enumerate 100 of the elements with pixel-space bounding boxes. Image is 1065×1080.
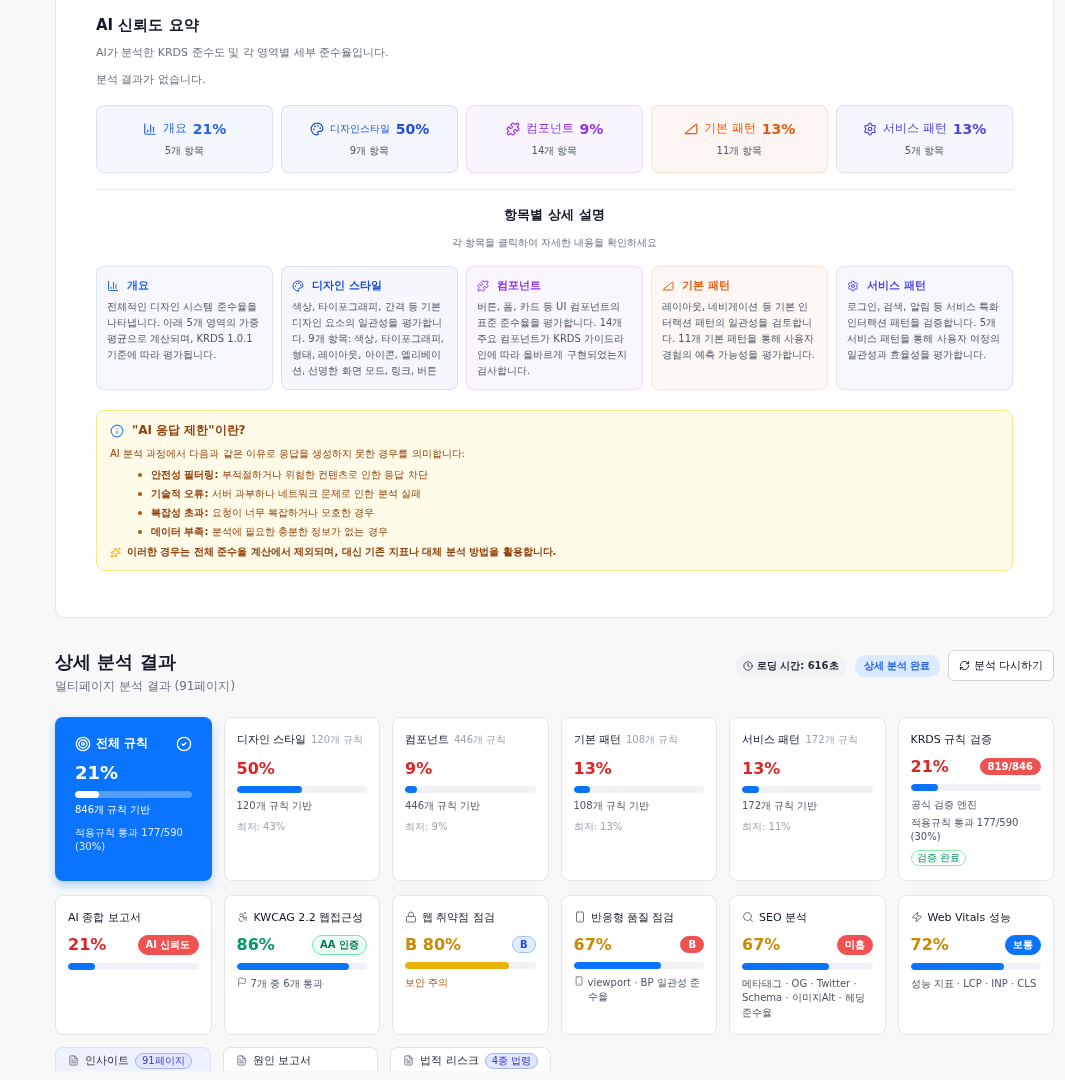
card-note: 최저: 43% — [236, 819, 287, 834]
section-title: 상세 분석 결과 — [55, 650, 177, 674]
percent-value: 67% — [742, 935, 781, 954]
card-note: 공식 검증 엔진 — [910, 798, 978, 812]
percent-value: B 80% — [405, 934, 462, 954]
report-card[interactable]: 원인 보고서 — [222, 1047, 379, 1071]
reason-item: 안전성 필터링: 부적절하거나 위험한 컨텐츠로 인한 응답 차단 — [151, 468, 428, 482]
card-title: 법적 리스크 — [420, 1053, 479, 1068]
card-description: 색상, 타이포그래피, 간격 등 기본 디자인 요소의 일관성을 평가합니다. 9개 항목: 색상, 타이포그래피, 형태, 레이아웃, 아이콘, 엘리베이션, 선명한 화면 모드, 링크, 버튼 — [292, 300, 445, 378]
card-title: Web Vitals 성능 — [927, 909, 1011, 925]
percent-value: 9% — [405, 759, 433, 778]
metric-card[interactable]: 반응형 품질 점검 67% B viewport · BP 일관성 준수율 — [560, 894, 717, 1035]
puzzle-icon — [505, 121, 520, 136]
description-card[interactable]: 서비스 패턴 로그인, 검색, 알림 등 서비스 특화 인터랙션 패턴을 검증합니다. 5개 서비스 패턴을 통해 사용자 여정의 일관성과 효율성을 평가합니다. — [836, 266, 1013, 390]
card-note: 성능 지표 · LCP · INP · CLS — [910, 976, 1038, 991]
percent-value: 21% — [910, 757, 949, 776]
section-subtitle: AI가 분석한 KRDS 준수도 및 각 영역별 세부 준수율입니다. — [96, 45, 390, 60]
area-percent: 21% — [192, 120, 227, 137]
percent-value: 50% — [236, 759, 275, 778]
description-card[interactable]: 개요 전체적인 디자인 시스템 준수율을 나타냅니다. 아래 5개 영역의 가중 평균으로 계산되며, KRDS 1.0.1 기준에 따라 평가됩니다. — [96, 266, 273, 390]
status-badge: B — [511, 935, 536, 953]
page-count-badge: 91페이지 — [135, 1052, 192, 1069]
area-label: 개요 — [162, 120, 187, 137]
document-icon — [403, 1055, 415, 1066]
card-description: 로그인, 검색, 알림 등 서비스 특화 인터랙션 패턴을 검증합니다. 5개 서비스 패턴을 통해 사용자 여정의 일관성과 효율성을 평가합니다. — [847, 300, 1001, 362]
percent-value: 13% — [742, 759, 781, 778]
flag-icon — [236, 976, 247, 987]
card-title: KRDS 규칙 검증 — [910, 732, 992, 747]
description-card[interactable]: 컴포넌트 버튼, 폼, 카드 등 UI 컴포넌트의 표준 준수율을 평가합니다. 14개 주요 컴포넌트가 KRDS 가이드라인에 따라 올바르게 구현되었는지 검사합니다. — [466, 266, 643, 390]
rule-count: 446개 규칙 — [454, 732, 507, 747]
card-title: 컴포넌트 — [405, 732, 449, 747]
gear-icon — [862, 121, 877, 136]
notice-title: "AI 응답 제한"이란? — [132, 422, 246, 439]
lightning-icon — [910, 911, 923, 923]
metric-card[interactable]: SEO 분석 67% 미흡 메타태그 · OG · Twitter · Schema · 이미지Alt · 헤딩 준수율 — [729, 894, 886, 1035]
card-description: 레이아웃, 네비게이션 등 기본 인터랙션 패턴의 일관성을 검토합니다. 11개 기본 패턴을 통해 사용자 경험의 예측 가능성을 평가합니다. — [662, 300, 816, 362]
lock-icon — [405, 911, 417, 923]
item-count: 5개 항목 — [904, 144, 945, 158]
area-score-card[interactable]: 디자인스타일 50% 9개 항목 — [281, 105, 458, 173]
card-title: 기본 패턴 — [573, 732, 621, 747]
metric-card[interactable]: KWCAG 2.2 웹접근성 86% AA 인증 7개 중 6개 통과 — [223, 894, 380, 1035]
reason-item: 복잡성 초과: 요청이 너무 복잡하거나 모호한 경우 — [151, 506, 375, 520]
puzzle-icon — [477, 279, 489, 292]
card-note: 846개 규칙 기반 — [75, 803, 152, 817]
card-title: 웹 취약점 점검 — [422, 909, 495, 925]
metric-card[interactable]: 기본 패턴 108개 규칙 13% 108개 규칙 기반 최저: 13% — [560, 717, 717, 881]
status-badge: 미흡 — [836, 934, 873, 955]
bullet-icon — [138, 510, 142, 515]
info-icon — [110, 423, 124, 438]
triangle-ruler-icon — [662, 279, 674, 292]
description-card[interactable]: 디자인 스타일 색상, 타이포그래피, 간격 등 기본 디자인 요소의 일관성을 평가합니다. 9개 항목: 색상, 타이포그래피, 형태, 레이아웃, 아이콘, 엘리베이션, 선명한 화면 모드, 링크, 버튼 — [281, 266, 458, 390]
card-title: 인사이트 — [85, 1053, 129, 1068]
phone-icon — [573, 911, 586, 923]
notice-footer: 이러한 경우는 전체 준수율 계산에서 제외되며, 대신 기존 지표나 대체 분석 방법을 활용합니다. — [127, 545, 557, 559]
area-label: 서비스 패턴 — [882, 120, 947, 137]
area-score-card[interactable]: 컴포넌트 9% 14개 항목 — [466, 105, 643, 173]
rerun-button[interactable]: 분석 다시하기 — [947, 650, 1054, 681]
percent-value: 13% — [573, 759, 612, 778]
metric-card[interactable]: 디자인 스타일 120개 규칙 50% 120개 규칙 기반 최저: 43% — [223, 717, 380, 881]
metric-card[interactable]: KRDS 규칙 검증 21% 819/846 공식 검증 엔진 적용규칙 통과 177/590 (30%) 검증 완료 — [897, 717, 1054, 881]
palette-icon — [292, 279, 304, 292]
metric-card[interactable]: 서비스 패턴 172개 규칙 13% 172개 규칙 기반 최저: 11% — [729, 717, 886, 881]
status-badge: AA 인증 — [312, 934, 367, 955]
card-note: 7개 중 6개 통과 — [250, 976, 323, 991]
description-card[interactable]: 기본 패턴 레이아웃, 네비게이션 등 기본 인터랙션 패턴의 일관성을 검토합니다. 11개 기본 패턴을 통해 사용자 경험의 예측 가능성을 평가합니다. — [651, 266, 828, 390]
document-icon — [235, 1055, 247, 1066]
area-score-card[interactable]: 서비스 패턴 13% 5개 항목 — [836, 105, 1013, 173]
clock-icon — [742, 660, 753, 671]
card-title: 반응형 품질 점검 — [590, 909, 675, 925]
metric-card[interactable]: 웹 취약점 점검 B 80% B 보안 주의 — [392, 894, 549, 1035]
card-title: 컴포넌트 — [497, 278, 541, 293]
card-note: 108개 규칙 기반 — [573, 799, 650, 813]
card-note: 최저: 9% — [405, 819, 449, 834]
area-label: 기본 패턴 — [703, 120, 756, 137]
card-title: SEO 분석 — [759, 909, 808, 925]
triangle-ruler-icon — [683, 121, 698, 136]
overall-rules-card[interactable]: 전체 규칙 21% 846개 규칙 기반 적용규칙 통과 177/590 (30%) — [55, 717, 212, 881]
section-subtitle: 멀티페이지 분석 결과 (91페이지) — [55, 678, 236, 695]
search-icon — [742, 911, 754, 923]
item-count: 14개 항목 — [531, 144, 578, 158]
accessibility-icon — [236, 911, 249, 923]
section-title: 항목별 상세 설명 — [503, 206, 606, 224]
section-subtitle: 각 항목을 클릭하여 자세한 내용을 확인하세요 — [450, 236, 659, 250]
card-title: KWCAG 2.2 웹접근성 — [253, 909, 364, 925]
card-title: 서비스 패턴 — [742, 732, 801, 747]
area-score-card[interactable]: 개요 21% 5개 항목 — [96, 105, 273, 173]
card-title: 전체 규칙 — [96, 735, 149, 752]
card-note: viewport · BP 일관성 준수율 — [587, 975, 701, 1004]
report-card[interactable]: 법적 리스크 4종 법령 — [390, 1047, 552, 1071]
metric-card[interactable]: 컴포넌트 446개 규칙 9% 446개 규칙 기반 최저: 9% — [392, 717, 549, 881]
card-title: AI 종합 보고서 — [68, 909, 141, 925]
bar-chart-icon — [107, 279, 119, 292]
check-circle-icon — [175, 735, 192, 752]
metric-card[interactable]: Web Vitals 성능 72% 보통 성능 지표 · LCP · INP · CLS — [897, 894, 1054, 1035]
metric-card[interactable]: AI 종합 보고서 21% AI 신뢰도 — [55, 894, 212, 1035]
report-card[interactable]: 인사이트 91페이지 — [55, 1047, 211, 1071]
rule-count: 172개 규칙 — [805, 732, 858, 747]
card-note: 120개 규칙 기반 — [236, 799, 313, 813]
bullet-icon — [138, 529, 142, 534]
area-score-card[interactable]: 기본 패턴 13% 11개 항목 — [651, 105, 828, 173]
